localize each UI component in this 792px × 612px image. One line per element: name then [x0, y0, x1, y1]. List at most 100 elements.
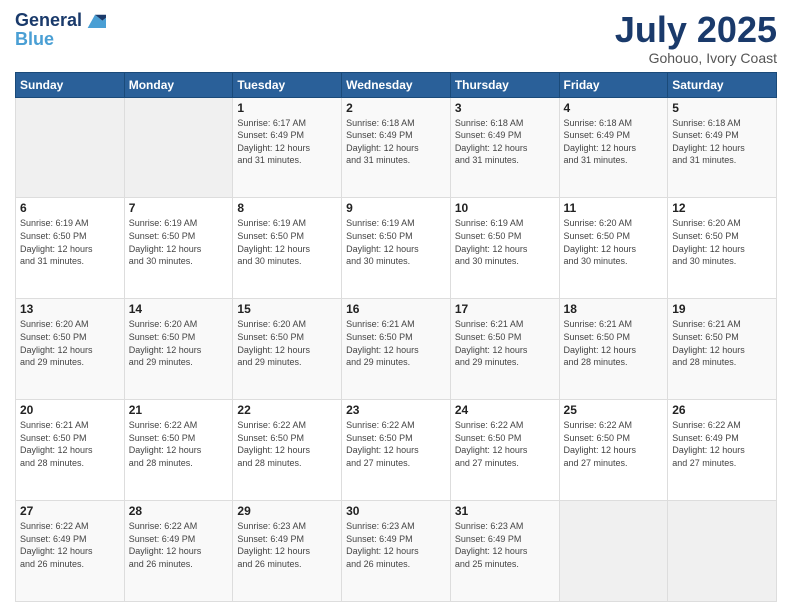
calendar-cell: 26 Sunrise: 6:22 AM Sunset: 6:49 PM Dayli…	[668, 400, 777, 501]
calendar-cell: 3 Sunrise: 6:18 AM Sunset: 6:49 PM Daylig…	[450, 97, 559, 198]
calendar-cell: 28Sunrise: 6:22 AM Sunset: 6:49 PM Dayli…	[124, 501, 233, 602]
calendar: SundayMondayTuesdayWednesdayThursdayFrid…	[15, 72, 777, 602]
calendar-cell	[16, 97, 125, 198]
day-info: Sunrise: 6:20 AM Sunset: 6:50 PM Dayligh…	[129, 318, 229, 368]
day-info: Sunrise: 6:21 AM Sunset: 6:50 PM Dayligh…	[346, 318, 446, 368]
month-title: July 2025	[615, 10, 777, 50]
calendar-cell: 31 Sunrise: 6:23 AM Sunset: 6:49 PM Dayli…	[450, 501, 559, 602]
day-number: 25	[564, 403, 664, 417]
calendar-week-row: 13 Sunrise: 6:20 AM Sunset: 6:50 PM Dayli…	[16, 299, 777, 400]
calendar-cell: 2 Sunrise: 6:18 AM Sunset: 6:49 PM Daylig…	[342, 97, 451, 198]
day-number: 13	[20, 302, 120, 316]
day-info: Sunrise: 6:23 AM Sunset: 6:49 PM Dayligh…	[346, 520, 446, 570]
day-number: 19	[672, 302, 772, 316]
day-info: Sunrise: 6:20 AM Sunset: 6:50 PM Dayligh…	[237, 318, 337, 368]
calendar-cell: 12Sunrise: 6:20 AM Sunset: 6:50 PM Dayli…	[668, 198, 777, 299]
day-number: 31	[455, 504, 555, 518]
calendar-week-row: 1 Sunrise: 6:17 AM Sunset: 6:49 PM Daylig…	[16, 97, 777, 198]
day-number: 22	[237, 403, 337, 417]
calendar-cell: 8Sunrise: 6:19 AM Sunset: 6:50 PM Daylig…	[233, 198, 342, 299]
calendar-cell: 9Sunrise: 6:19 AM Sunset: 6:50 PM Daylig…	[342, 198, 451, 299]
logo: General Blue	[15, 10, 106, 50]
calendar-cell: 6 Sunrise: 6:19 AM Sunset: 6:50 PM Daylig…	[16, 198, 125, 299]
calendar-cell: 17 Sunrise: 6:21 AM Sunset: 6:50 PM Dayli…	[450, 299, 559, 400]
calendar-cell: 20Sunrise: 6:21 AM Sunset: 6:50 PM Dayli…	[16, 400, 125, 501]
day-info: Sunrise: 6:22 AM Sunset: 6:49 PM Dayligh…	[672, 419, 772, 469]
day-number: 5	[672, 101, 772, 115]
day-number: 28	[129, 504, 229, 518]
day-number: 14	[129, 302, 229, 316]
day-info: Sunrise: 6:22 AM Sunset: 6:49 PM Dayligh…	[20, 520, 120, 570]
calendar-cell	[668, 501, 777, 602]
day-number: 29	[237, 504, 337, 518]
day-number: 30	[346, 504, 446, 518]
weekday-header: Wednesday	[342, 72, 451, 97]
calendar-cell: 30 Sunrise: 6:23 AM Sunset: 6:49 PM Dayli…	[342, 501, 451, 602]
day-info: Sunrise: 6:21 AM Sunset: 6:50 PM Dayligh…	[564, 318, 664, 368]
day-number: 18	[564, 302, 664, 316]
calendar-cell: 16 Sunrise: 6:21 AM Sunset: 6:50 PM Dayli…	[342, 299, 451, 400]
header: General Blue July 2025 Gohouo, Ivory Coa…	[15, 10, 777, 66]
calendar-cell	[124, 97, 233, 198]
weekday-header: Sunday	[16, 72, 125, 97]
day-info: Sunrise: 6:22 AM Sunset: 6:50 PM Dayligh…	[237, 419, 337, 469]
day-number: 1	[237, 101, 337, 115]
calendar-cell: 1 Sunrise: 6:17 AM Sunset: 6:49 PM Daylig…	[233, 97, 342, 198]
title-block: July 2025 Gohouo, Ivory Coast	[615, 10, 777, 66]
day-info: Sunrise: 6:18 AM Sunset: 6:49 PM Dayligh…	[672, 117, 772, 167]
day-number: 2	[346, 101, 446, 115]
calendar-cell: 25 Sunrise: 6:22 AM Sunset: 6:50 PM Dayli…	[559, 400, 668, 501]
calendar-cell: 19Sunrise: 6:21 AM Sunset: 6:50 PM Dayli…	[668, 299, 777, 400]
calendar-body: 1 Sunrise: 6:17 AM Sunset: 6:49 PM Daylig…	[16, 97, 777, 601]
day-number: 11	[564, 201, 664, 215]
day-info: Sunrise: 6:23 AM Sunset: 6:49 PM Dayligh…	[455, 520, 555, 570]
day-number: 26	[672, 403, 772, 417]
day-number: 3	[455, 101, 555, 115]
calendar-week-row: 6 Sunrise: 6:19 AM Sunset: 6:50 PM Daylig…	[16, 198, 777, 299]
location: Gohouo, Ivory Coast	[615, 50, 777, 66]
calendar-cell: 22 Sunrise: 6:22 AM Sunset: 6:50 PM Dayli…	[233, 400, 342, 501]
weekday-header: Saturday	[668, 72, 777, 97]
calendar-cell: 29 Sunrise: 6:23 AM Sunset: 6:49 PM Dayli…	[233, 501, 342, 602]
day-number: 24	[455, 403, 555, 417]
weekday-header: Monday	[124, 72, 233, 97]
day-info: Sunrise: 6:21 AM Sunset: 6:50 PM Dayligh…	[20, 419, 120, 469]
day-number: 17	[455, 302, 555, 316]
weekday-row: SundayMondayTuesdayWednesdayThursdayFrid…	[16, 72, 777, 97]
calendar-cell: 24 Sunrise: 6:22 AM Sunset: 6:50 PM Dayli…	[450, 400, 559, 501]
day-info: Sunrise: 6:22 AM Sunset: 6:50 PM Dayligh…	[564, 419, 664, 469]
calendar-cell: 13 Sunrise: 6:20 AM Sunset: 6:50 PM Dayli…	[16, 299, 125, 400]
day-number: 7	[129, 201, 229, 215]
calendar-cell: 14 Sunrise: 6:20 AM Sunset: 6:50 PM Dayli…	[124, 299, 233, 400]
day-info: Sunrise: 6:19 AM Sunset: 6:50 PM Dayligh…	[20, 217, 120, 267]
weekday-header: Friday	[559, 72, 668, 97]
weekday-header: Tuesday	[233, 72, 342, 97]
day-info: Sunrise: 6:19 AM Sunset: 6:50 PM Dayligh…	[237, 217, 337, 267]
day-number: 27	[20, 504, 120, 518]
day-info: Sunrise: 6:19 AM Sunset: 6:50 PM Dayligh…	[129, 217, 229, 267]
weekday-header: Thursday	[450, 72, 559, 97]
day-info: Sunrise: 6:18 AM Sunset: 6:49 PM Dayligh…	[346, 117, 446, 167]
calendar-cell: 10 Sunrise: 6:19 AM Sunset: 6:50 PM Dayli…	[450, 198, 559, 299]
calendar-cell: 21Sunrise: 6:22 AM Sunset: 6:50 PM Dayli…	[124, 400, 233, 501]
logo-subtext: Blue	[15, 30, 54, 50]
day-number: 15	[237, 302, 337, 316]
calendar-week-row: 20Sunrise: 6:21 AM Sunset: 6:50 PM Dayli…	[16, 400, 777, 501]
day-number: 6	[20, 201, 120, 215]
day-number: 10	[455, 201, 555, 215]
day-info: Sunrise: 6:19 AM Sunset: 6:50 PM Dayligh…	[455, 217, 555, 267]
calendar-cell	[559, 501, 668, 602]
day-number: 16	[346, 302, 446, 316]
day-info: Sunrise: 6:17 AM Sunset: 6:49 PM Dayligh…	[237, 117, 337, 167]
day-info: Sunrise: 6:22 AM Sunset: 6:50 PM Dayligh…	[455, 419, 555, 469]
calendar-cell: 23Sunrise: 6:22 AM Sunset: 6:50 PM Dayli…	[342, 400, 451, 501]
day-number: 12	[672, 201, 772, 215]
day-info: Sunrise: 6:18 AM Sunset: 6:49 PM Dayligh…	[455, 117, 555, 167]
day-info: Sunrise: 6:20 AM Sunset: 6:50 PM Dayligh…	[20, 318, 120, 368]
day-info: Sunrise: 6:21 AM Sunset: 6:50 PM Dayligh…	[455, 318, 555, 368]
day-info: Sunrise: 6:18 AM Sunset: 6:49 PM Dayligh…	[564, 117, 664, 167]
day-number: 23	[346, 403, 446, 417]
day-info: Sunrise: 6:23 AM Sunset: 6:49 PM Dayligh…	[237, 520, 337, 570]
calendar-cell: 7 Sunrise: 6:19 AM Sunset: 6:50 PM Daylig…	[124, 198, 233, 299]
logo-icon	[84, 10, 106, 32]
